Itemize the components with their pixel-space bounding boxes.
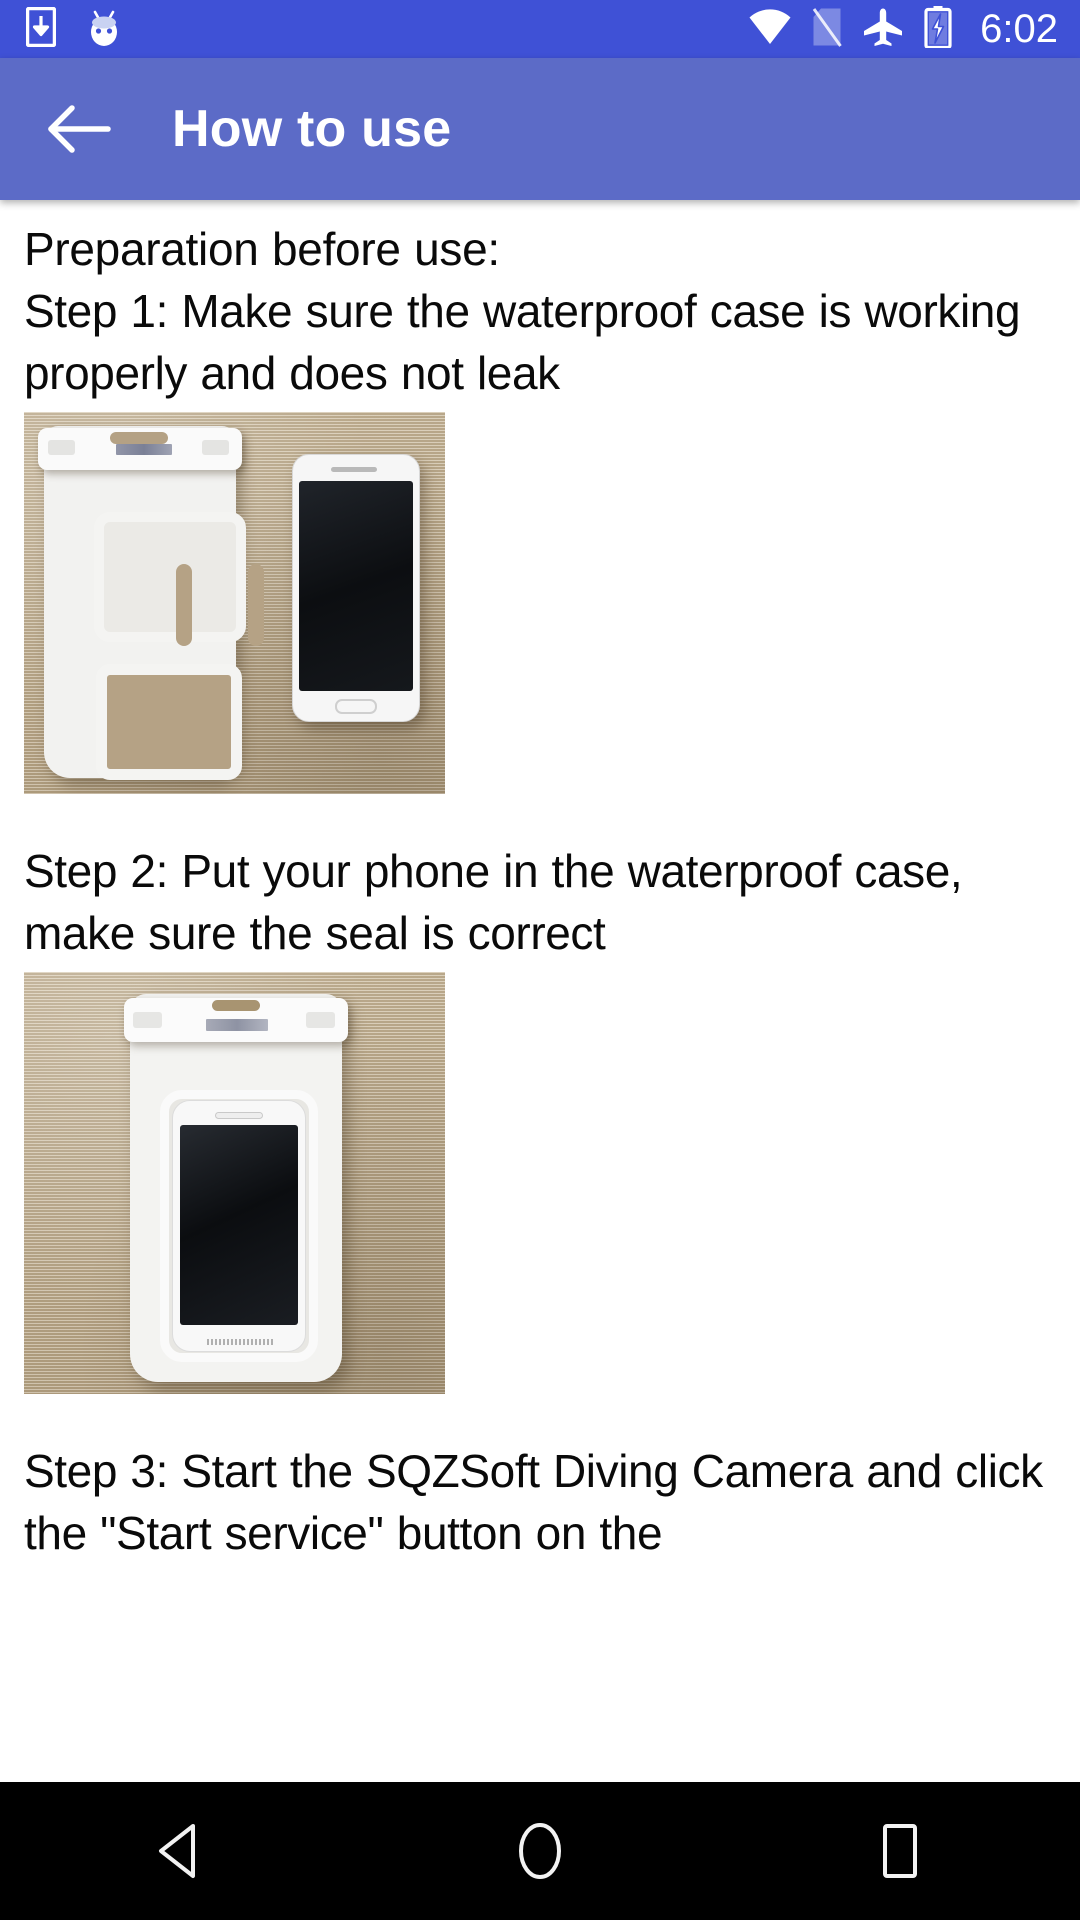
pouch-clamp-tab-right <box>202 440 229 455</box>
phone-home-button <box>335 699 377 714</box>
airplane-mode-icon <box>862 7 904 52</box>
step-1-text: Step 1: Make sure the waterproof case is… <box>24 285 1021 399</box>
phone-bottom-port <box>207 1339 273 1345</box>
pouch-clamp-tab-left <box>48 440 75 455</box>
howto-content-scroll[interactable]: Preparation before use: Step 1: Make sur… <box>0 200 1080 1782</box>
status-bar-right-icons: 6:02 <box>748 5 1058 53</box>
pouch-clamp <box>124 998 348 1042</box>
smartphone-inside-pouch <box>172 1100 306 1352</box>
page-title: How to use <box>172 100 452 158</box>
step-2-image <box>24 972 445 1394</box>
step-1-image <box>24 412 445 794</box>
nav-back-button[interactable] <box>120 1791 240 1911</box>
waterproof-pouch-empty <box>44 426 264 780</box>
battery-charging-icon <box>924 5 952 53</box>
nav-home-button[interactable] <box>480 1791 600 1911</box>
app-bar: How to use <box>0 58 1080 200</box>
nav-recents-square-icon <box>883 1824 917 1878</box>
nav-home-circle-icon <box>519 1823 561 1879</box>
pouch-lower-window <box>96 664 242 780</box>
phone-screen <box>299 481 413 691</box>
pouch-window <box>94 512 264 646</box>
phone-earpiece <box>215 1112 263 1119</box>
pouch-slot-left <box>176 564 192 646</box>
nav-back-triangle-icon <box>159 1824 195 1878</box>
pouch-brand-logo <box>206 1019 268 1031</box>
step-2-text: Step 2: Put your phone in the waterproof… <box>24 845 963 959</box>
status-bar-left-icons <box>25 6 124 53</box>
download-notification-icon <box>25 6 57 52</box>
arrow-back-icon <box>48 105 111 153</box>
status-bar: 6:02 <box>0 0 1080 58</box>
pouch-clamp-notch <box>110 432 168 444</box>
phone-earpiece <box>331 467 377 472</box>
wifi-icon <box>748 8 792 51</box>
app-root: 6:02 How to use Preparation before use: … <box>0 0 1080 1920</box>
android-navigation-bar <box>0 1782 1080 1920</box>
step-3-text: Step 3: Start the SQZSoft Diving Camera … <box>24 1445 1043 1559</box>
no-sim-card-icon <box>812 7 842 52</box>
pouch-clamp-tab-left <box>133 1012 162 1028</box>
pouch-clamp-tab-right <box>306 1012 335 1028</box>
app-bar-back-button[interactable] <box>44 93 116 165</box>
pouch-clamp <box>38 428 242 470</box>
pouch-brand-logo <box>116 444 172 455</box>
intro-heading: Preparation before use: <box>24 223 500 275</box>
status-bar-clock: 6:02 <box>980 7 1058 51</box>
nav-recents-button[interactable] <box>840 1791 960 1911</box>
pouch-slot-right <box>248 564 264 646</box>
phone-screen <box>180 1125 298 1325</box>
android-easter-egg-icon <box>84 6 124 53</box>
smartphone-outside-pouch <box>292 454 420 722</box>
pouch-clamp-notch <box>212 1000 260 1011</box>
